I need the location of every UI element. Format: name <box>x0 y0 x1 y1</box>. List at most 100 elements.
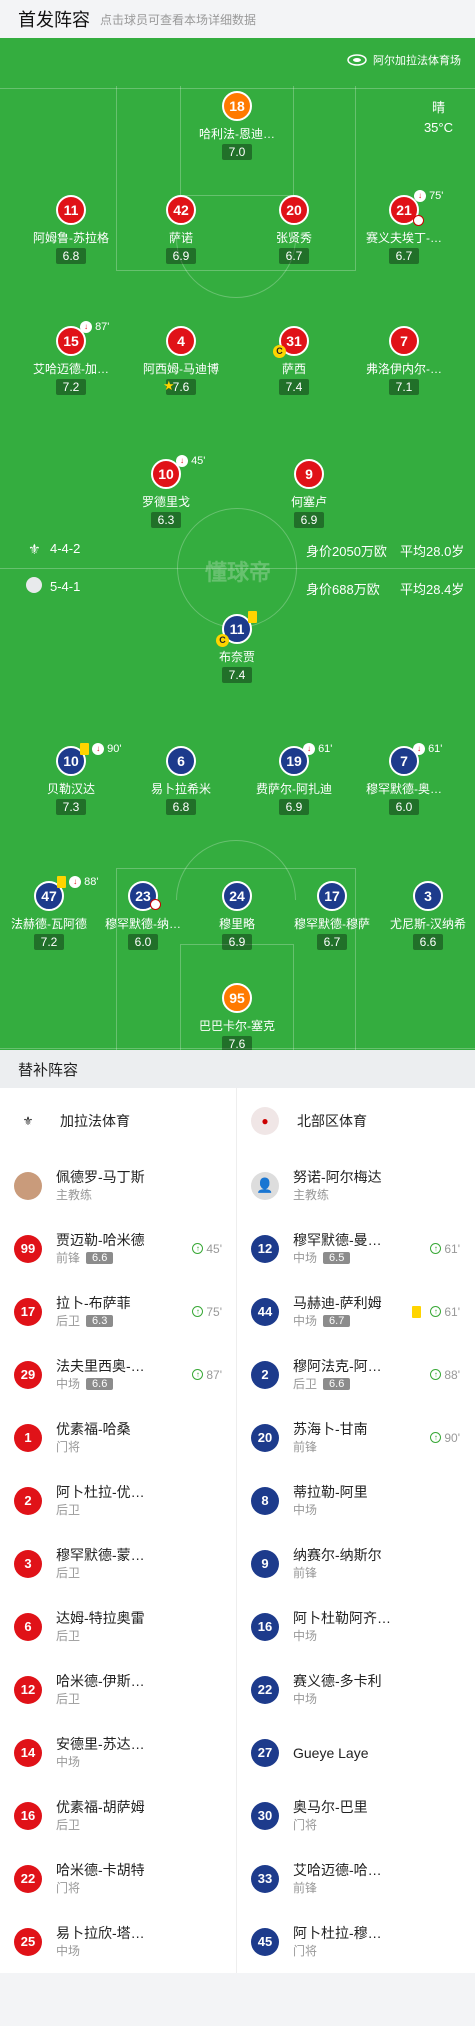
away-player[interactable]: 17 穆罕默德-穆萨 6.7 <box>277 881 387 951</box>
player-number: 18 <box>222 91 252 121</box>
sub-number: 99 <box>14 1234 42 1263</box>
home-coach[interactable]: 佩德罗-马丁斯 主教练 <box>0 1154 236 1217</box>
player-number: 7 <box>389 326 419 356</box>
home-player[interactable]: 42 萨诺 6.9 <box>126 195 236 265</box>
player-rating: 7.0 <box>222 144 252 160</box>
home-player[interactable]: 11 阿姆鲁-苏拉格 6.8 <box>16 195 126 265</box>
home-sub-row[interactable]: 2 阿卜杜拉-优… 后卫 <box>0 1469 236 1532</box>
coach-role: 主教练 <box>293 1188 330 1202</box>
sub-name: 纳赛尔-纳斯尔 <box>293 1547 382 1563</box>
home-sub-row[interactable]: 3 穆罕默德-蒙… 后卫 <box>0 1532 236 1595</box>
sub-event: ↓ 61' <box>303 743 332 756</box>
away-sub-row[interactable]: 30 奥马尔-巴里 门将 <box>237 1784 474 1847</box>
away-player[interactable]: 3 尤尼斯-汉纳希 6.6 <box>373 881 475 951</box>
away-player[interactable]: 10 贝勒汉达 7.3 <box>16 746 126 816</box>
page-subtitle: 点击球员可查看本场详细数据 <box>100 12 257 27</box>
away-sub-row[interactable]: 33 艾哈迈德-哈… 前锋 <box>237 1847 474 1910</box>
player-name: 何塞卢 <box>290 495 327 509</box>
away-coach[interactable]: 👤 努诺-阿尔梅达 主教练 <box>237 1154 474 1217</box>
away-player[interactable]: 19 费萨尔-阿扎迪 6.9 <box>239 746 349 816</box>
sub-position: 门将 <box>293 1818 318 1832</box>
away-sub-row[interactable]: 22 赛义德-多卡利 中场 <box>237 1658 474 1721</box>
home-sub-row[interactable]: 1 优素福-哈桑 门将 <box>0 1406 236 1469</box>
away-team-row[interactable]: ● 北部区体育 <box>237 1088 474 1154</box>
sub-number: 8 <box>251 1486 279 1515</box>
away-player[interactable]: 7 穆罕默德-奥… 6.0 <box>349 746 459 816</box>
home-sub-row[interactable]: 17 拉卜-布萨菲 后卫 6.3 ↑ 75' <box>0 1280 236 1343</box>
away-sub-row[interactable]: 2 穆阿法克-阿… 后卫 6.6 ↑ 88' <box>237 1343 474 1406</box>
home-player[interactable]: 15 艾哈迈德-加… 7.2 <box>16 326 126 396</box>
sub-position: 中场 <box>293 1314 318 1328</box>
home-team-row[interactable]: ⚜ 加拉法体育 <box>0 1088 236 1154</box>
sub-rating: 6.6 <box>86 1377 114 1390</box>
yellow-card-icon <box>248 611 257 624</box>
away-sub-row[interactable]: 45 阿卜杜拉-穆… 门将 <box>237 1910 474 1973</box>
home-player[interactable]: 4 阿西姆-马迪博 7.6 <box>126 326 236 396</box>
sub-number: 9 <box>251 1549 279 1578</box>
sub-name: 达姆-特拉奥雷 <box>56 1610 145 1626</box>
away-player[interactable]: 24 穆里略 6.9 <box>182 881 292 951</box>
away-sub-row[interactable]: 8 蒂拉勒-阿里 中场 <box>237 1469 474 1532</box>
home-player[interactable]: 18 哈利法-恩迪… 7.0 <box>182 91 292 161</box>
home-player[interactable]: 20 张贤秀 6.7 <box>239 195 349 265</box>
home-sub-row[interactable]: 99 贾迈勒-哈米德 前锋 6.6 ↑ 45' <box>0 1217 236 1280</box>
home-sub-row[interactable]: 25 易卜拉欣-塔… 中场 <box>0 1910 236 1973</box>
sub-rating: 6.6 <box>86 1251 114 1264</box>
sub-in-time: ↑ 45' <box>192 1242 222 1256</box>
sub-name: 阿卜杜勒阿齐… <box>293 1610 391 1626</box>
sub-name: 穆阿法克-阿… <box>293 1358 382 1374</box>
player-rating: 7.6 <box>222 1036 252 1050</box>
player-name: 罗德里戈 <box>141 495 190 509</box>
home-sub-row[interactable]: 6 达姆-特拉奥雷 后卫 <box>0 1595 236 1658</box>
away-sub-row[interactable]: 9 纳赛尔-纳斯尔 前锋 <box>237 1532 474 1595</box>
event-time: 90' <box>107 743 122 755</box>
away-player[interactable]: 95 巴巴卡尔-塞克 7.6 <box>182 983 292 1050</box>
away-sub-row[interactable]: 20 苏海卜-甘南 前锋 ↑ 90' <box>237 1406 474 1469</box>
sub-position: 中场 <box>293 1503 318 1517</box>
away-team-info: 5-4-1 身价688万欧 平均28.4岁 <box>0 577 475 599</box>
home-sub-row[interactable]: 14 安德里-苏达… 中场 <box>0 1721 236 1784</box>
away-sub-row[interactable]: 44 马赫迪-萨利姆 中场 6.7 ↑ 61' <box>237 1280 474 1343</box>
home-player[interactable]: 10 罗德里戈 6.3 <box>111 459 221 529</box>
sub-number: 12 <box>251 1234 279 1263</box>
player-number: 9 <box>294 459 324 489</box>
away-player[interactable]: 6 易卜拉希米 6.8 <box>126 746 236 816</box>
player-rating: 6.8 <box>166 799 196 815</box>
home-sub-row[interactable]: 22 哈米德-卡胡特 门将 <box>0 1847 236 1910</box>
sub-out-icon: ↓ <box>414 190 426 203</box>
sub-position: 后卫 <box>56 1566 81 1580</box>
sub-name: 蒂拉勒-阿里 <box>293 1484 368 1500</box>
home-player[interactable]: 9 何塞卢 6.9 <box>254 459 364 529</box>
home-player[interactable]: 7 弗洛伊内尔-… 7.1 <box>349 326 459 396</box>
home-sub-row[interactable]: 16 优素福-胡萨姆 后卫 <box>0 1784 236 1847</box>
away-crest-icon <box>26 577 42 593</box>
home-crest-icon: ⚜ <box>22 1114 34 1128</box>
home-sub-row[interactable]: 29 法夫里西奥-… 中场 6.6 ↑ 87' <box>0 1343 236 1406</box>
away-player[interactable]: 11 布奈贾 7.4 <box>182 614 292 684</box>
player-number: 17 <box>317 881 347 911</box>
sub-out-icon: ↓ <box>92 743 105 756</box>
sub-position: 中场 <box>56 1944 81 1958</box>
away-sub-row[interactable]: 12 穆罕默德-曼… 中场 6.5 ↑ 61' <box>237 1217 474 1280</box>
sub-name: 赛义德-多卡利 <box>293 1673 382 1689</box>
home-sub-row[interactable]: 12 哈米德-伊斯… 后卫 <box>0 1658 236 1721</box>
captain-icon: C <box>273 345 286 358</box>
sub-in-time: ↑ 88' <box>430 1368 460 1382</box>
away-sub-row[interactable]: 16 阿卜杜勒阿齐… 中场 <box>237 1595 474 1658</box>
away-sub-row[interactable]: 27 Gueye Laye <box>237 1721 474 1784</box>
sub-position: 前锋 <box>293 1566 318 1580</box>
sub-out-icon: ↓ <box>176 455 188 468</box>
home-player[interactable]: 31 萨西 7.4 <box>239 326 349 396</box>
yellow-card-icon <box>412 1305 422 1318</box>
player-rating: 7.1 <box>389 379 419 395</box>
sub-name: 穆罕默德-曼… <box>293 1232 382 1248</box>
player-rating: 6.7 <box>317 934 347 950</box>
sub-name: 哈米德-卡胡特 <box>56 1862 145 1878</box>
player-number: 42 <box>166 195 196 225</box>
away-team-name: 北部区体育 <box>297 1113 367 1129</box>
home-player[interactable]: 21 赛义夫埃丁-… 6.7 <box>349 195 459 265</box>
sub-name: 拉卜-布萨菲 <box>56 1295 131 1311</box>
coach-avatar <box>14 1171 42 1200</box>
event-time: 45' <box>191 455 206 467</box>
sub-position: 前锋 <box>56 1251 81 1265</box>
